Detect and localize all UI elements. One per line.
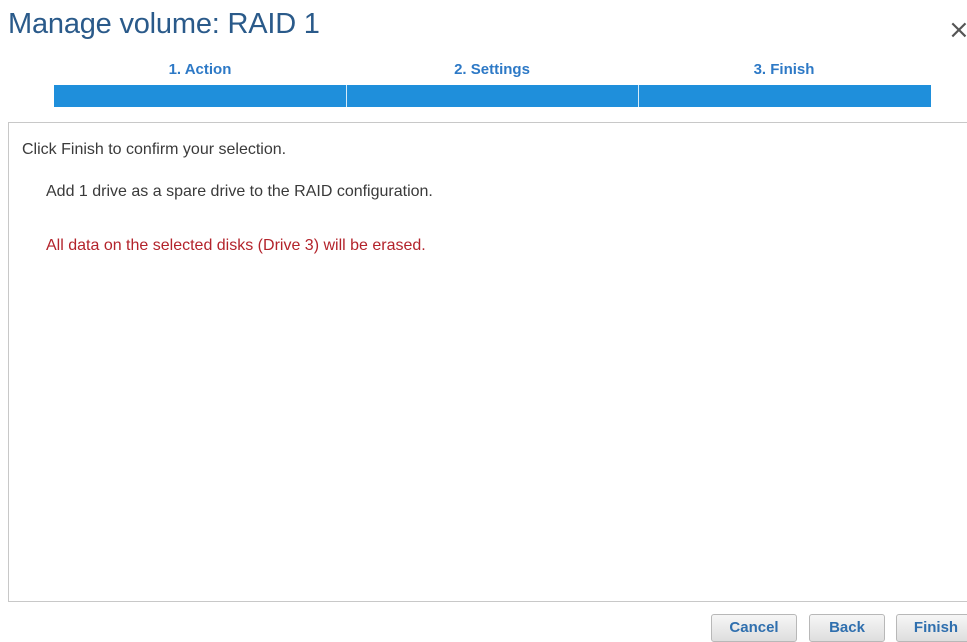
action-summary-text: Add 1 drive as a spare drive to the RAID…	[46, 183, 433, 200]
step-finish: 3. Finish	[638, 60, 931, 109]
dialog-title: Manage volume: RAID 1	[8, 8, 320, 40]
step-label-settings: 2. Settings	[454, 61, 530, 78]
step-action: 1. Action	[54, 60, 346, 109]
step-progress-bar-finish	[638, 85, 931, 107]
content-panel: Click Finish to confirm your selection. …	[8, 122, 967, 602]
finish-button[interactable]: Finish	[896, 614, 967, 642]
instruction-text: Click Finish to confirm your selection.	[22, 141, 287, 158]
back-button[interactable]: Back	[809, 614, 885, 642]
manage-volume-dialog: Manage volume: RAID 1 × 1. Action 2. Set…	[0, 0, 967, 642]
close-icon[interactable]: ×	[948, 17, 967, 43]
step-progress-bar-action	[54, 85, 346, 107]
button-bar: Cancel Back Finish	[0, 614, 967, 642]
step-label-finish: 3. Finish	[753, 61, 815, 78]
step-progress-bar-settings	[346, 85, 639, 107]
step-label-action: 1. Action	[168, 61, 232, 78]
wizard-steps: 1. Action 2. Settings 3. Finish	[54, 60, 931, 109]
erase-warning-text: All data on the selected disks (Drive 3)…	[46, 237, 426, 254]
step-settings: 2. Settings	[346, 60, 639, 109]
cancel-button[interactable]: Cancel	[711, 614, 797, 642]
